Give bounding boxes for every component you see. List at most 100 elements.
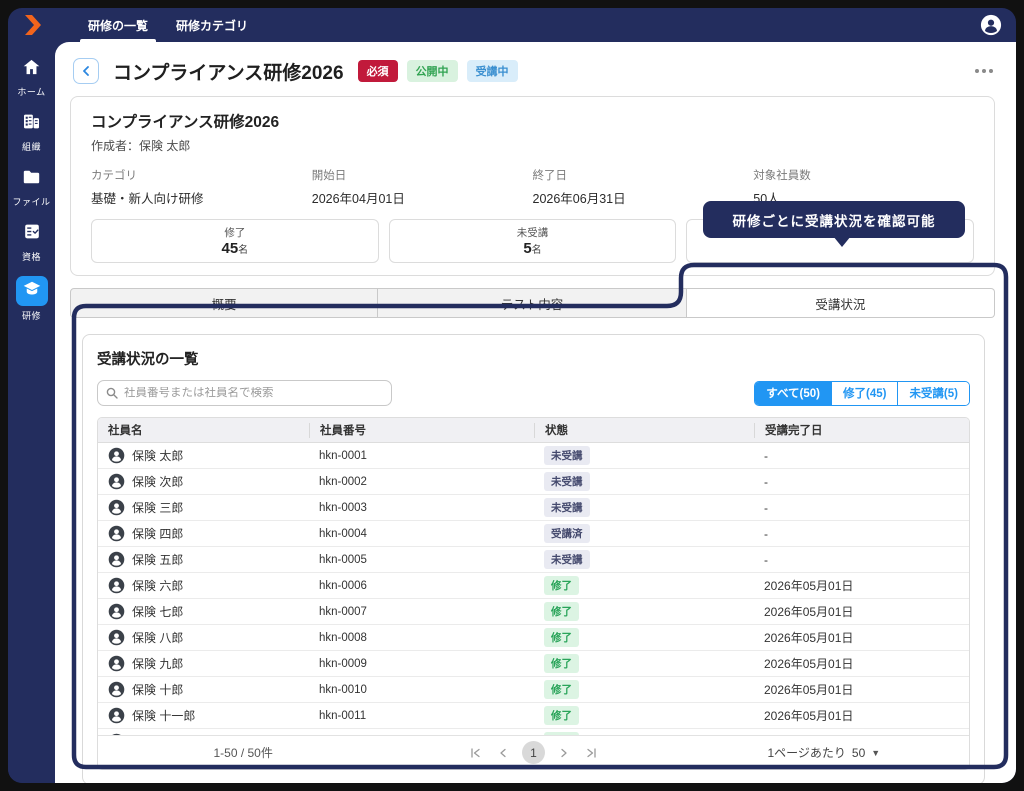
info-field: 開始日 2026年04月01日 bbox=[312, 167, 533, 207]
sidebar-item-training[interactable]: 研修 bbox=[8, 276, 55, 322]
employee-avatar-icon bbox=[108, 707, 125, 724]
status-badge: 未受講 bbox=[544, 472, 590, 491]
last-page-icon[interactable] bbox=[583, 744, 601, 762]
employee-id: hkn-0003 bbox=[319, 502, 367, 514]
table-row[interactable]: 保険 十一郎 hkn-0011 修了 2026年05月01日 bbox=[98, 703, 969, 729]
table-row[interactable]: 保険 八郎 hkn-0008 修了 2026年05月01日 bbox=[98, 625, 969, 651]
table-row[interactable]: 保険 五郎 hkn-0005 未受講 - bbox=[98, 547, 969, 573]
header-employee-name: 社員名 bbox=[98, 423, 309, 438]
table-row[interactable]: 保険 十郎 hkn-0010 修了 2026年05月01日 bbox=[98, 677, 969, 703]
page-title: コンプライアンス研修2026 bbox=[113, 58, 344, 85]
search-filter-row: すべて(50)修了(45)未受講(5) bbox=[97, 380, 970, 406]
completion-date: 2026年05月01日 bbox=[764, 655, 853, 672]
section-tab[interactable]: 受講状況 bbox=[687, 288, 995, 318]
table-body: 保険 太郎 hkn-0001 未受講 - 保険 次郎 hkn-0002 未受講 … bbox=[98, 443, 969, 735]
employee-id: hkn-0002 bbox=[319, 476, 367, 488]
employee-id: hkn-0010 bbox=[319, 684, 367, 696]
employee-avatar-icon bbox=[108, 655, 125, 672]
prev-page-icon[interactable] bbox=[494, 744, 512, 762]
back-button[interactable] bbox=[73, 58, 99, 84]
completion-date: 2026年05月01日 bbox=[764, 707, 853, 724]
page-header: コンプライアンス研修2026 必須 公開中 受講中 bbox=[70, 54, 995, 88]
topbar-tab[interactable]: 研修の一覧 bbox=[74, 8, 162, 42]
status-badge: 受講済 bbox=[544, 524, 590, 543]
table-row[interactable]: 保険 七郎 hkn-0007 修了 2026年05月01日 bbox=[98, 599, 969, 625]
training-icon bbox=[23, 281, 41, 301]
employee-name: 保険 四郎 bbox=[132, 525, 183, 542]
chevron-down-icon: ▼ bbox=[871, 748, 880, 758]
employee-name: 保険 十郎 bbox=[132, 681, 183, 698]
status-badge: 修了 bbox=[544, 602, 579, 621]
search-input[interactable] bbox=[124, 387, 383, 399]
per-page-value: 50 bbox=[852, 746, 865, 760]
employee-name: 保険 六郎 bbox=[132, 577, 183, 594]
section-tab[interactable]: テスト内容 bbox=[378, 288, 686, 318]
info-field: カテゴリ 基礎・新人向け研修 bbox=[91, 167, 312, 207]
filter-button[interactable]: 修了(45) bbox=[831, 382, 897, 405]
result-range: 1-50 / 50件 bbox=[98, 744, 388, 761]
table-row[interactable]: 保険 次郎 hkn-0002 未受講 - bbox=[98, 469, 969, 495]
table-row[interactable]: 保険 太郎 hkn-0001 未受講 - bbox=[98, 443, 969, 469]
employee-name: 保険 次郎 bbox=[132, 473, 183, 490]
status-badge: 修了 bbox=[544, 680, 579, 699]
header-completion-date: 受講完了日 bbox=[754, 423, 969, 438]
topbar: 研修の一覧研修カテゴリ bbox=[8, 8, 1016, 42]
app-window: 研修の一覧研修カテゴリ ホーム 組織 ファイル 資格 研修 bbox=[8, 8, 1016, 783]
completion-date: 2026年05月01日 bbox=[764, 603, 853, 620]
employee-id: hkn-0005 bbox=[319, 554, 367, 566]
sidebar-item-organization[interactable]: 組織 bbox=[8, 111, 55, 153]
published-badge: 公開中 bbox=[407, 60, 458, 82]
user-avatar-icon[interactable] bbox=[980, 14, 1002, 36]
filter-button[interactable]: 未受講(5) bbox=[897, 382, 969, 405]
completion-date: - bbox=[764, 527, 768, 541]
training-info-card: コンプライアンス研修2026 作成者：保険 太郎 カテゴリ 基礎・新人向け研修 … bbox=[70, 96, 995, 276]
more-menu-icon[interactable] bbox=[973, 63, 995, 79]
sidebar-item-qualification[interactable]: 資格 bbox=[8, 221, 55, 263]
current-page[interactable]: 1 bbox=[522, 741, 545, 764]
employee-name: 保険 八郎 bbox=[132, 629, 183, 646]
per-page-control[interactable]: 1ページあたり 50 ▼ bbox=[679, 744, 969, 761]
status-badge: 未受講 bbox=[544, 550, 590, 569]
training-title: コンプライアンス研修2026 bbox=[91, 110, 974, 132]
employee-avatar-icon bbox=[108, 525, 125, 542]
search-box[interactable] bbox=[97, 380, 392, 406]
filter-button[interactable]: すべて(50) bbox=[755, 382, 831, 405]
sidebar-item-home[interactable]: ホーム bbox=[8, 56, 55, 98]
first-page-icon[interactable] bbox=[466, 744, 484, 762]
header-employee-id: 社員番号 bbox=[309, 423, 534, 438]
employee-id: hkn-0008 bbox=[319, 632, 367, 644]
table-row[interactable]: 保険 九郎 hkn-0009 修了 2026年05月01日 bbox=[98, 651, 969, 677]
employee-avatar-icon bbox=[108, 499, 125, 516]
inprogress-badge: 受講中 bbox=[467, 60, 518, 82]
screen: 研修の一覧研修カテゴリ ホーム 組織 ファイル 資格 研修 bbox=[0, 0, 1024, 791]
completion-date: 2026年05月01日 bbox=[764, 577, 853, 594]
employee-avatar-icon bbox=[108, 551, 125, 568]
attendance-panel: 受講状況の一覧 すべて(50)修了(45)未受講(5) 社員名 社員番号 bbox=[82, 334, 985, 783]
completion-date: - bbox=[764, 553, 768, 567]
stat-box: 未受講 5名 bbox=[389, 219, 677, 263]
brand-logo-icon[interactable] bbox=[20, 14, 46, 36]
table-footer: 1-50 / 50件 1 bbox=[98, 735, 969, 769]
header-status: 状態 bbox=[534, 423, 754, 438]
employee-avatar-icon bbox=[108, 629, 125, 646]
next-page-icon[interactable] bbox=[555, 744, 573, 762]
employee-avatar-icon bbox=[108, 577, 125, 594]
employee-avatar-icon bbox=[108, 447, 125, 464]
attendance-table: 社員名 社員番号 状態 受講完了日 保険 太郎 hkn-0001 未受講 - 保… bbox=[97, 417, 970, 770]
section-tab[interactable]: 概要 bbox=[70, 288, 378, 318]
table-row[interactable]: 保険 六郎 hkn-0006 修了 2026年05月01日 bbox=[98, 573, 969, 599]
training-creator: 作成者：保険 太郎 bbox=[91, 137, 974, 154]
annotation-tooltip-text: 研修ごとに受講状況を確認可能 bbox=[733, 210, 936, 230]
panel-heading: 受講状況の一覧 bbox=[97, 348, 970, 369]
pagination: 1 bbox=[388, 741, 678, 764]
employee-id: hkn-0004 bbox=[319, 528, 367, 540]
topbar-tab[interactable]: 研修カテゴリ bbox=[162, 8, 262, 42]
employee-name: 保険 太郎 bbox=[132, 447, 183, 464]
table-row[interactable]: 保険 四郎 hkn-0004 受講済 - bbox=[98, 521, 969, 547]
employee-id: hkn-0006 bbox=[319, 580, 367, 592]
sidebar-item-files[interactable]: ファイル bbox=[8, 166, 55, 208]
employee-avatar-icon bbox=[108, 603, 125, 620]
status-badge: 修了 bbox=[544, 576, 579, 595]
table-row[interactable]: 保険 三郎 hkn-0003 未受講 - bbox=[98, 495, 969, 521]
employee-name: 保険 十一郎 bbox=[132, 707, 195, 724]
